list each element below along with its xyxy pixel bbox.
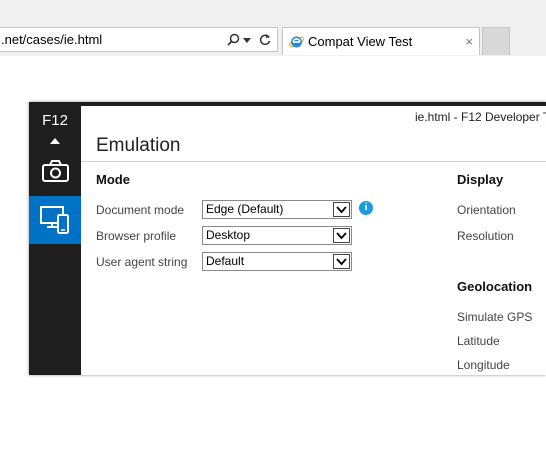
ie-logo-icon bbox=[288, 36, 305, 48]
latitude-label: Latitude bbox=[457, 334, 500, 348]
f12-developer-tools: F12 ie.html - F12 Developer T Emulation … bbox=[29, 102, 546, 375]
info-icon[interactable]: i bbox=[359, 201, 373, 215]
refresh-icon[interactable] bbox=[258, 28, 272, 51]
sidebar-item-emulation[interactable] bbox=[29, 196, 81, 244]
collapse-arrow-icon[interactable] bbox=[50, 138, 60, 144]
tab-title: Compat View Test bbox=[308, 34, 413, 49]
browser-profile-value: Desktop bbox=[206, 228, 251, 242]
address-text[interactable]: .net/cases/ie.html bbox=[1, 28, 102, 51]
search-icon[interactable] bbox=[226, 28, 240, 51]
emulation-devices-icon bbox=[40, 206, 69, 234]
camera-icon[interactable] bbox=[42, 160, 69, 182]
user-agent-string-select[interactable]: Default bbox=[202, 252, 352, 271]
panel-divider bbox=[81, 161, 546, 162]
chevron-down-icon[interactable] bbox=[242, 28, 252, 51]
chevron-down-icon[interactable] bbox=[333, 228, 350, 243]
document-mode-value: Edge (Default) bbox=[206, 202, 284, 216]
window-top-border bbox=[29, 102, 546, 106]
simulate-gps-label: Simulate GPS bbox=[457, 310, 533, 324]
resolution-label: Resolution bbox=[457, 229, 514, 243]
browser-profile-label: Browser profile bbox=[96, 229, 177, 243]
user-agent-string-label: User agent string bbox=[96, 255, 188, 269]
user-agent-string-value: Default bbox=[206, 254, 245, 268]
tab-compat-view-test[interactable]: Compat View Test × bbox=[282, 27, 480, 55]
window-title: ie.html - F12 Developer T bbox=[415, 110, 546, 124]
new-tab-button[interactable] bbox=[482, 27, 510, 55]
mode-heading: Mode bbox=[96, 172, 130, 187]
document-mode-select[interactable]: Edge (Default) bbox=[202, 200, 352, 219]
address-bar[interactable]: .net/cases/ie.html bbox=[0, 27, 278, 52]
tab-close-button[interactable]: × bbox=[465, 28, 473, 55]
geolocation-heading: Geolocation bbox=[457, 279, 533, 294]
chevron-down-icon[interactable] bbox=[333, 202, 350, 217]
devtools-sidebar: F12 bbox=[29, 102, 81, 375]
display-heading: Display bbox=[457, 172, 504, 187]
chevron-down-icon[interactable] bbox=[333, 254, 350, 269]
orientation-label: Orientation bbox=[457, 203, 516, 217]
browser-toolbar: .net/cases/ie.html Compat View Test × bbox=[0, 0, 546, 56]
f12-label: F12 bbox=[42, 112, 68, 129]
browser-profile-select[interactable]: Desktop bbox=[202, 226, 352, 245]
longitude-label: Longitude bbox=[457, 358, 510, 372]
document-mode-label: Document mode bbox=[96, 203, 185, 217]
panel-title: Emulation bbox=[96, 135, 181, 156]
